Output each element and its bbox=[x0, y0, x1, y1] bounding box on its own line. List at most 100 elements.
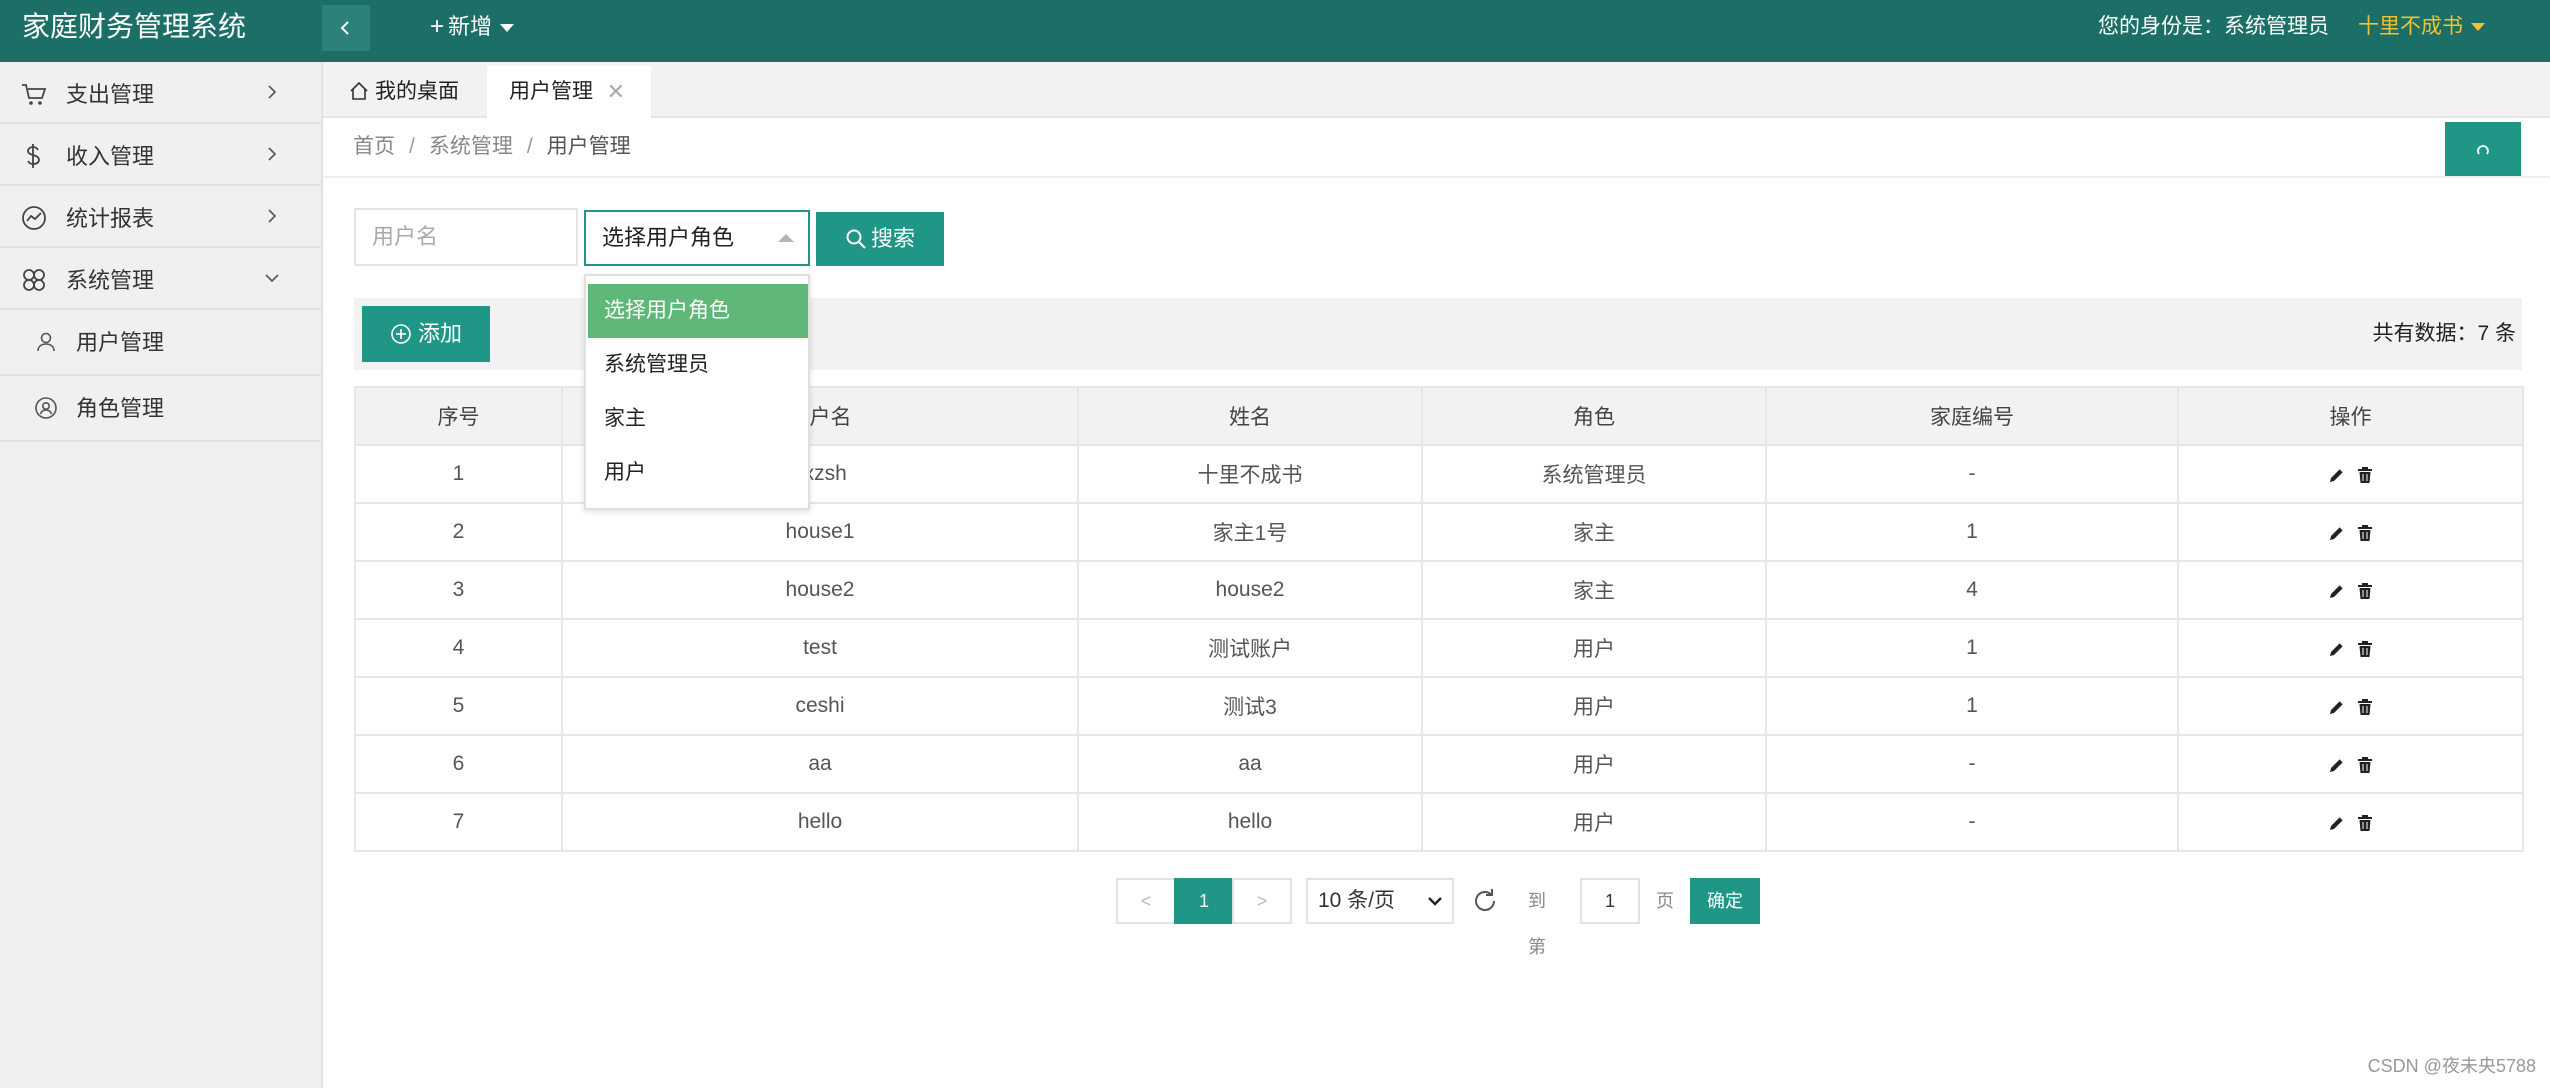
cell-name: 家主1号 bbox=[1077, 502, 1423, 562]
table-row: 6 aa aa 用户 - bbox=[354, 734, 2524, 794]
goto-label: 到第 bbox=[1528, 891, 1546, 957]
delete-icon[interactable] bbox=[2356, 814, 2374, 832]
page-button[interactable]: 1 bbox=[1174, 878, 1234, 924]
edit-icon[interactable] bbox=[2328, 582, 2346, 600]
watermark: CSDN @夜未央5788 bbox=[2367, 1056, 2536, 1076]
cell-family-id: 1 bbox=[1765, 618, 2179, 678]
refresh-icon bbox=[2477, 145, 2489, 155]
sidebar-item-expense[interactable]: 支出管理 bbox=[0, 62, 321, 124]
sidebar-item-user-management[interactable]: 用户管理 bbox=[0, 310, 321, 376]
role-icon bbox=[35, 397, 57, 419]
cell-role: 用户 bbox=[1421, 734, 1767, 794]
cell-name: house2 bbox=[1077, 560, 1423, 620]
cell-family-id: 1 bbox=[1765, 502, 2179, 562]
username-search-input[interactable] bbox=[354, 208, 578, 266]
delete-icon[interactable] bbox=[2356, 698, 2374, 716]
delete-icon[interactable] bbox=[2356, 756, 2374, 774]
column-header-family-id: 家庭编号 bbox=[1765, 386, 2179, 446]
cell-role: 系统管理员 bbox=[1421, 444, 1767, 504]
cell-actions bbox=[2177, 792, 2524, 852]
table-row: 7 hello hello 用户 - bbox=[354, 792, 2524, 852]
cell-index: 6 bbox=[354, 734, 563, 794]
page-size-select[interactable]: 10 条/页 bbox=[1306, 878, 1454, 924]
edit-icon[interactable] bbox=[2328, 466, 2346, 484]
tab-label: 用户管理 bbox=[509, 80, 593, 103]
search-button-label: 搜索 bbox=[870, 226, 915, 251]
cell-name: 十里不成书 bbox=[1077, 444, 1423, 504]
delete-icon[interactable] bbox=[2356, 466, 2374, 484]
next-page-button[interactable]: > bbox=[1232, 878, 1292, 924]
sidebar-item-label: 收入管理 bbox=[66, 144, 155, 169]
tab-my-desktop[interactable]: 我的桌面 bbox=[327, 66, 481, 118]
role-select-value: 选择用户角色 bbox=[602, 225, 735, 250]
goto-page-input[interactable] bbox=[1580, 878, 1640, 924]
breadcrumb-item-system[interactable]: 系统管理 bbox=[429, 135, 513, 158]
goto-confirm-button[interactable]: 确定 bbox=[1690, 878, 1760, 924]
search-button[interactable]: 搜索 bbox=[816, 212, 944, 266]
refresh-icon[interactable] bbox=[1470, 886, 1500, 916]
user-icon bbox=[37, 332, 55, 352]
page-unit-label: 页 bbox=[1656, 891, 1674, 911]
column-header-name: 姓名 bbox=[1077, 386, 1423, 446]
user-menu[interactable]: 十里不成书 bbox=[2358, 0, 2485, 54]
sidebar: 支出管理 收入管理 统计报表 系统管理 用户管理 角色管理 bbox=[0, 62, 323, 1088]
search-icon bbox=[846, 229, 866, 249]
tab-user-management[interactable]: 用户管理 ✕ bbox=[487, 66, 651, 118]
cell-name: aa bbox=[1077, 734, 1423, 794]
cell-family-id: - bbox=[1765, 792, 2179, 852]
sidebar-item-reports[interactable]: 统计报表 bbox=[0, 186, 321, 248]
cell-role: 家主 bbox=[1421, 502, 1767, 562]
delete-icon[interactable] bbox=[2356, 582, 2374, 600]
edit-icon[interactable] bbox=[2328, 640, 2346, 658]
table-row: 4 test 测试账户 用户 1 bbox=[354, 618, 2524, 678]
edit-icon[interactable] bbox=[2328, 814, 2346, 832]
edit-icon[interactable] bbox=[2328, 524, 2346, 542]
role-option[interactable]: 系统管理员 bbox=[588, 338, 808, 392]
cell-name: 测试3 bbox=[1077, 676, 1423, 736]
chevron-right-icon bbox=[268, 85, 277, 99]
add-circle-icon bbox=[391, 324, 411, 344]
caret-down-icon bbox=[2471, 23, 2485, 32]
role-option[interactable]: 选择用户角色 bbox=[588, 284, 808, 338]
cell-username: hello bbox=[561, 792, 1079, 852]
cell-family-id: - bbox=[1765, 734, 2179, 794]
new-menu[interactable]: + 新增 bbox=[430, 0, 515, 54]
plus-icon: + bbox=[430, 13, 445, 40]
chevron-right-icon bbox=[268, 209, 277, 223]
edit-icon[interactable] bbox=[2328, 756, 2346, 774]
sidebar-item-system[interactable]: 系统管理 bbox=[0, 248, 321, 310]
sidebar-item-income[interactable]: 收入管理 bbox=[0, 124, 321, 186]
delete-icon[interactable] bbox=[2356, 524, 2374, 542]
close-icon[interactable]: ✕ bbox=[607, 66, 625, 118]
prev-page-button[interactable]: < bbox=[1116, 878, 1176, 924]
cell-actions bbox=[2177, 502, 2524, 562]
refresh-button[interactable] bbox=[2445, 122, 2521, 176]
cart-icon bbox=[22, 84, 47, 105]
sidebar-item-label: 角色管理 bbox=[76, 396, 165, 421]
sidebar-collapse-button[interactable] bbox=[322, 5, 370, 51]
edit-icon[interactable] bbox=[2328, 698, 2346, 716]
sidebar-item-role-management[interactable]: 角色管理 bbox=[0, 376, 321, 442]
sidebar-item-label: 用户管理 bbox=[76, 330, 165, 355]
tabs-bar: 我的桌面 用户管理 ✕ bbox=[323, 62, 2550, 118]
cell-index: 5 bbox=[354, 676, 563, 736]
delete-icon[interactable] bbox=[2356, 640, 2374, 658]
role-select[interactable]: 选择用户角色 bbox=[584, 210, 810, 266]
cell-actions bbox=[2177, 618, 2524, 678]
home-icon bbox=[350, 81, 368, 100]
cell-family-id: 1 bbox=[1765, 676, 2179, 736]
cell-actions bbox=[2177, 734, 2524, 794]
role-option[interactable]: 家主 bbox=[588, 392, 808, 446]
breadcrumb-item-current: 用户管理 bbox=[546, 135, 631, 158]
chevron-down-icon bbox=[265, 274, 279, 283]
sidebar-item-label: 支出管理 bbox=[66, 82, 155, 107]
breadcrumb-item-home[interactable]: 首页 bbox=[353, 135, 395, 158]
role-option[interactable]: 用户 bbox=[588, 446, 808, 500]
top-header: 家庭财务管理系统 + 新增 您的身份是：系统管理员 十里不成书 bbox=[0, 0, 2550, 62]
column-header-actions: 操作 bbox=[2177, 386, 2524, 446]
cell-family-id: 4 bbox=[1765, 560, 2179, 620]
dollar-icon bbox=[27, 144, 40, 168]
add-user-button[interactable]: 添加 bbox=[362, 306, 490, 362]
identity-label: 您的身份是：系统管理员 bbox=[2098, 15, 2329, 38]
tab-label: 我的桌面 bbox=[375, 80, 459, 103]
